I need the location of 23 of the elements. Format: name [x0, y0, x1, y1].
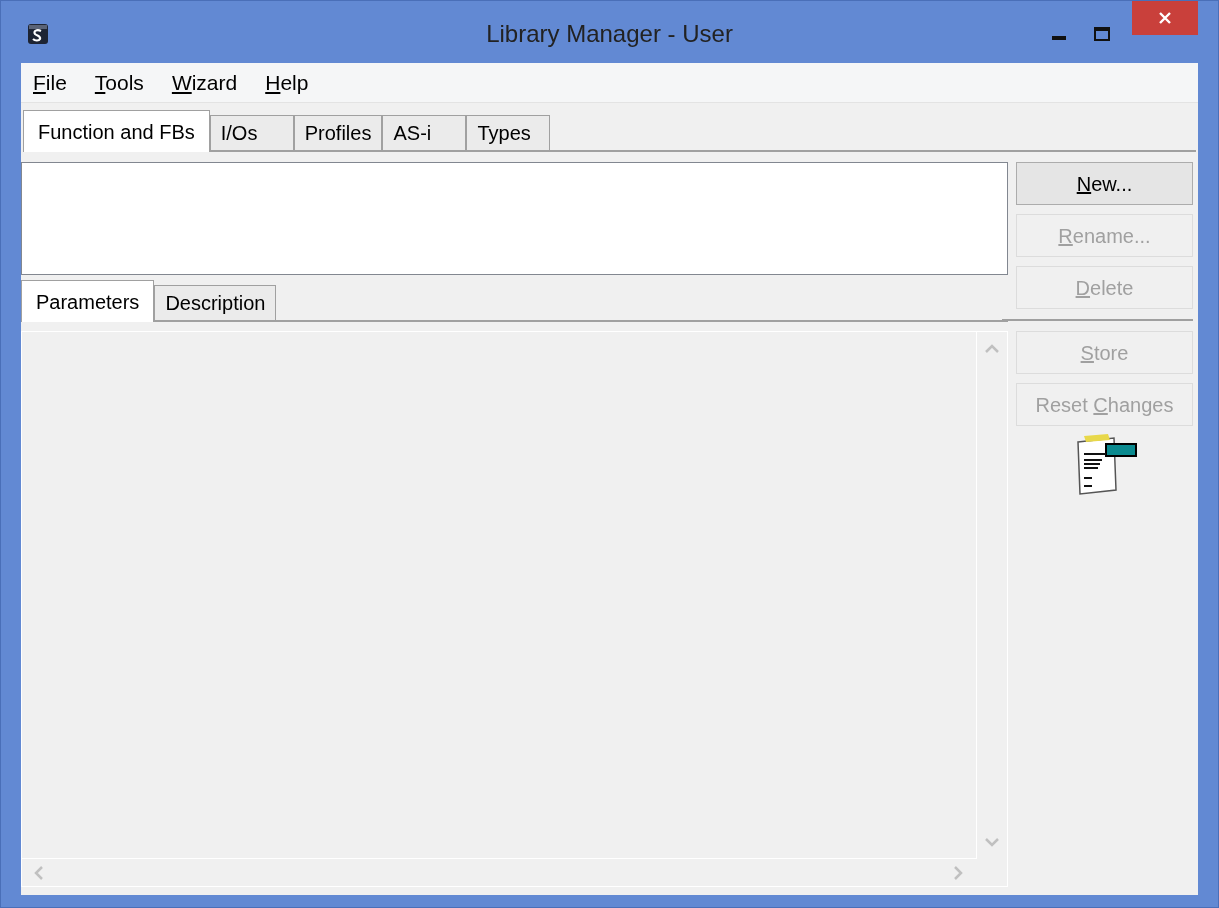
- tab[interactable]: I/Os: [209, 115, 294, 150]
- close-icon: [1159, 12, 1171, 24]
- minimize-icon[interactable]: [1052, 36, 1066, 42]
- scroll-up-icon[interactable]: [985, 344, 999, 353]
- tab[interactable]: AS-i: [382, 115, 467, 150]
- menu-item[interactable]: Wizard: [171, 66, 238, 99]
- menu-item[interactable]: File: [33, 66, 67, 99]
- app-logo-icon: [27, 23, 49, 45]
- close-button[interactable]: [1132, 1, 1198, 35]
- scroll-right-icon[interactable]: [954, 865, 963, 880]
- maximize-icon[interactable]: [1094, 27, 1110, 41]
- tab[interactable]: Types: [466, 115, 551, 150]
- tab[interactable]: Profiles: [293, 115, 383, 150]
- tab[interactable]: Function and FBs: [23, 110, 210, 152]
- function-list[interactable]: [21, 162, 1008, 275]
- tab[interactable]: Description: [154, 285, 277, 320]
- scroll-down-icon[interactable]: [985, 838, 999, 847]
- tab[interactable]: Parameters: [21, 280, 155, 322]
- menu-item[interactable]: Tools: [94, 66, 144, 99]
- menu-item[interactable]: Help: [265, 66, 309, 99]
- window-title: Library Manager - User: [486, 19, 733, 49]
- action-button[interactable]: New...: [1016, 162, 1193, 205]
- scroll-left-icon[interactable]: [34, 865, 43, 880]
